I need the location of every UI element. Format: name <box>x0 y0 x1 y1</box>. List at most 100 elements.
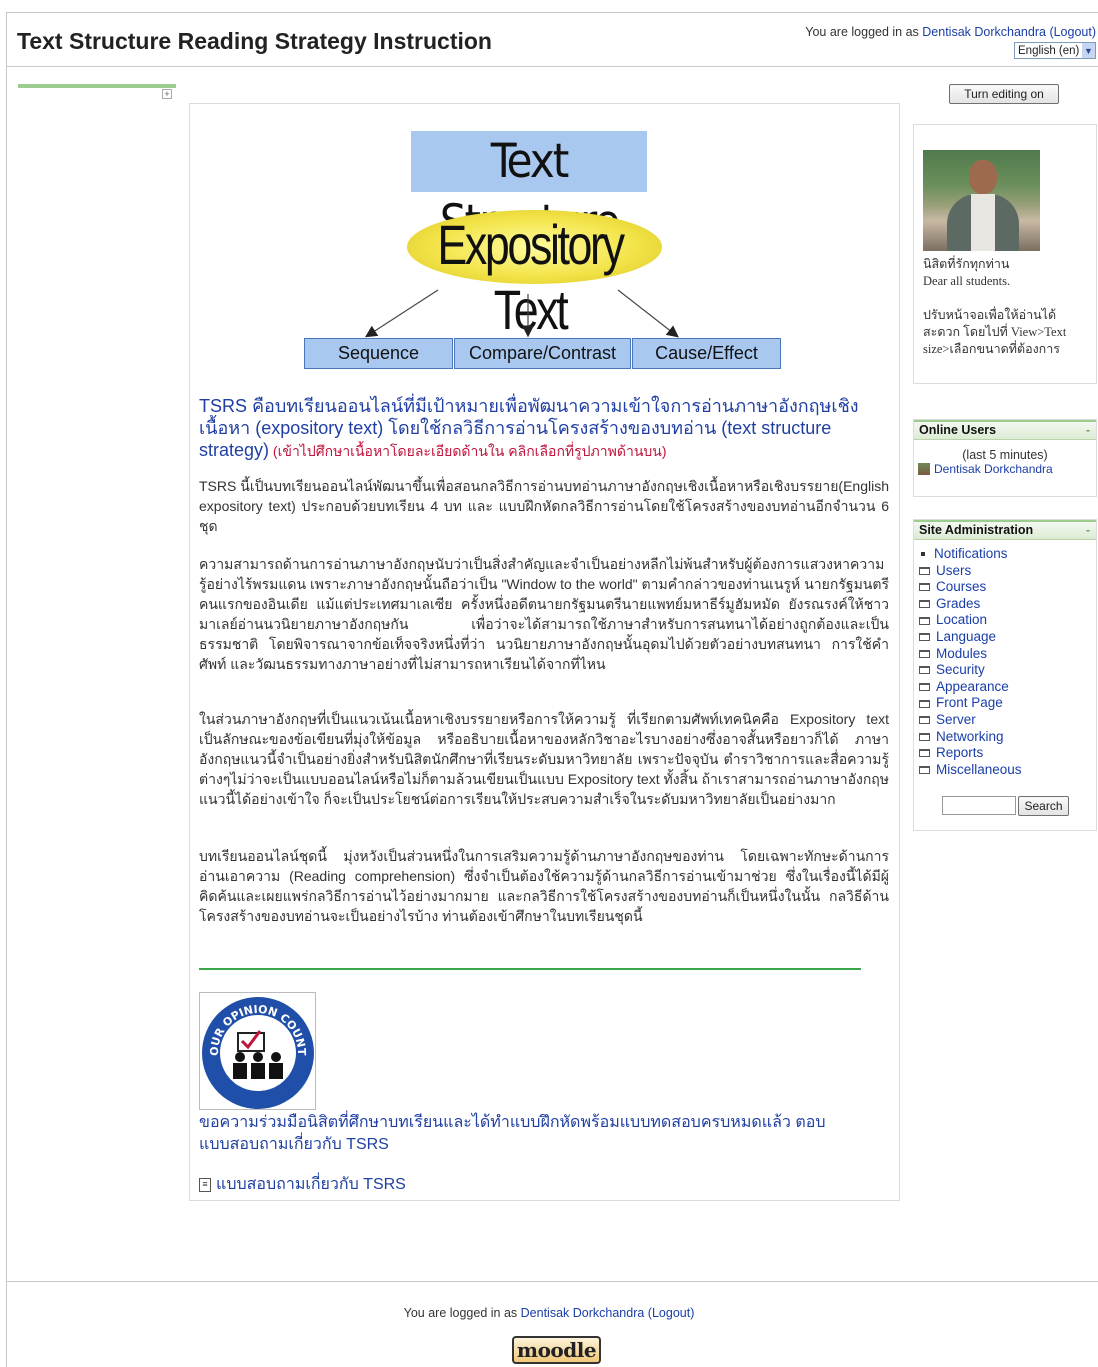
admin-search-input[interactable] <box>942 796 1016 815</box>
paragraph-2: ความสามารถด้านการอ่านภาษาอังกฤษนับว่าเป็… <box>199 556 889 672</box>
footer-login-info: You are logged in as Dentisak Dorkchandr… <box>0 1306 1098 1320</box>
photo-head <box>969 160 997 194</box>
admin-item-label[interactable]: Modules <box>936 646 987 663</box>
profile-text: นิสิตที่รักทุกท่าน Dear all students. ปร… <box>923 256 1093 358</box>
text-structure-banner[interactable]: Text Structure Expository Text Sequence … <box>190 104 899 394</box>
admin-item-security[interactable]: Security <box>919 662 1096 679</box>
admin-item-miscellaneous[interactable]: Miscellaneous <box>919 762 1096 779</box>
admin-item-reports[interactable]: Reports <box>919 745 1096 762</box>
turn-editing-on-button[interactable]: Turn editing on <box>949 84 1059 104</box>
login-prefix: You are logged in as <box>805 25 923 39</box>
admin-item-label[interactable]: Front Page <box>936 695 1003 712</box>
admin-item-label[interactable]: Users <box>936 563 971 580</box>
opinion-badge-image[interactable]: YOUR OPINION COUNTS PARTICIPATE <box>199 992 316 1110</box>
language-value: English (en) <box>1018 44 1080 57</box>
folder-icon <box>919 583 930 592</box>
admin-item-users[interactable]: Users <box>919 563 1096 580</box>
intro-text: TSRS คือบทเรียนออนไลน์ที่มีเป้าหมายเพื่อ… <box>199 395 889 462</box>
logout-link[interactable]: (Logout) <box>1049 25 1096 39</box>
sequence-box: Sequence <box>304 338 453 369</box>
footer-user-link[interactable]: Dentisak Dorkchandra <box>521 1306 645 1320</box>
opinion-badge-icon: YOUR OPINION COUNTS PARTICIPATE <box>200 993 314 1109</box>
folder-icon <box>919 566 930 575</box>
footer-logout-link[interactable]: (Logout) <box>648 1306 695 1320</box>
admin-item-label[interactable]: Server <box>936 712 976 729</box>
admin-item-label[interactable]: Language <box>936 629 996 646</box>
site-admin-list: Notifications Users Courses Grades Locat… <box>914 540 1096 778</box>
paragraph-3: ในส่วนภาษาอังกฤษที่เป็นแนวเน้นเนื้อหาเชิ… <box>199 711 890 807</box>
site-admin-header: Site Administration - <box>914 520 1096 540</box>
profile-photo <box>923 150 1040 251</box>
admin-item-notifications[interactable]: Notifications <box>919 546 1096 563</box>
folder-icon <box>919 716 930 725</box>
header-divider <box>7 66 1098 67</box>
folder-icon <box>919 649 930 658</box>
compare-contrast-box: Compare/Contrast <box>454 338 631 369</box>
arrow-left <box>364 289 439 338</box>
online-users-block: Online Users - (last 5 minutes) Dentisak… <box>913 419 1097 497</box>
user-avatar-icon <box>918 463 930 475</box>
admin-item-appearance[interactable]: Appearance <box>919 679 1096 696</box>
admin-item-label[interactable]: Reports <box>936 745 983 762</box>
moodle-logo[interactable]: moodle <box>512 1336 601 1364</box>
folder-icon <box>919 616 930 625</box>
admin-item-label[interactable]: Location <box>936 612 987 629</box>
admin-search-button[interactable]: Search <box>1018 796 1069 816</box>
online-users-header: Online Users - <box>914 420 1096 440</box>
admin-item-language[interactable]: Language <box>919 629 1096 646</box>
collapse-icon[interactable]: - <box>1086 423 1090 437</box>
admin-item-label[interactable]: Courses <box>936 579 986 596</box>
admin-item-label[interactable]: Networking <box>936 729 1004 746</box>
online-users-body: (last 5 minutes) Dentisak Dorkchandra <box>914 440 1096 496</box>
admin-item-modules[interactable]: Modules <box>919 646 1096 663</box>
folder-icon <box>919 683 930 692</box>
main-content: Text Structure Expository Text Sequence … <box>189 103 900 1201</box>
site-admin-title: Site Administration <box>919 523 1034 537</box>
chevron-down-icon: ▼ <box>1082 43 1095 58</box>
bullet-icon <box>921 552 925 557</box>
profile-block: นิสิตที่รักทุกท่าน Dear all students. ปร… <box>913 124 1097 384</box>
expand-icon[interactable]: + <box>162 89 172 99</box>
admin-item-label[interactable]: Notifications <box>934 546 1008 563</box>
admin-item-networking[interactable]: Networking <box>919 729 1096 746</box>
survey-request-text: ขอความร่วมมือนิสิตที่ศึกษาบทเรียนและได้ท… <box>199 1114 826 1153</box>
online-users-title: Online Users <box>919 423 997 437</box>
admin-item-label[interactable]: Security <box>936 662 985 679</box>
online-users-window: (last 5 minutes) <box>962 448 1048 462</box>
survey-link-row[interactable]: ≡ แบบสอบถามเกี่ยวกับ TSRS <box>199 1172 406 1197</box>
footer-login-prefix: You are logged in as <box>403 1306 521 1320</box>
document-icon: ≡ <box>199 1177 211 1192</box>
admin-item-label[interactable]: Miscellaneous <box>936 762 1022 779</box>
folder-icon <box>919 633 930 642</box>
language-select[interactable]: English (en) ▼ <box>1014 42 1096 59</box>
folder-icon <box>919 666 930 675</box>
folder-icon <box>919 600 930 609</box>
footer-divider <box>7 1281 1098 1282</box>
admin-item-front-page[interactable]: Front Page <box>919 695 1096 712</box>
photo-shirt <box>971 194 995 251</box>
greeting-thai: นิสิตที่รักทุกท่าน <box>923 257 1010 271</box>
admin-item-server[interactable]: Server <box>919 712 1096 729</box>
text-size-note: ปรับหน้าจอเพื่อให้อ่านได้สะดวก โดยไปที่ … <box>923 308 1067 356</box>
site-administration-block: Site Administration - Notifications User… <box>913 519 1097 831</box>
admin-item-label[interactable]: Grades <box>936 596 980 613</box>
paragraph-1: TSRS นี้เป็นบทเรียนออนไลน์พัฒนาขึ้นเพื่อ… <box>199 478 889 534</box>
intro-note: (เข้าไปศึกษาเนื้อหาโดยละเอียดด้านใน คลิก… <box>269 443 667 459</box>
folder-icon <box>919 732 930 741</box>
folder-icon <box>919 699 930 708</box>
cause-effect-box: Cause/Effect <box>632 338 781 369</box>
admin-item-grades[interactable]: Grades <box>919 596 1096 613</box>
online-user-entry[interactable]: Dentisak Dorkchandra <box>918 462 1092 476</box>
folder-icon <box>919 766 930 775</box>
left-block-header <box>18 84 176 88</box>
site-title: Text Structure Reading Strategy Instruct… <box>17 28 492 54</box>
online-user-link[interactable]: Dentisak Dorkchandra <box>934 462 1053 476</box>
admin-item-label[interactable]: Appearance <box>936 679 1009 696</box>
admin-item-courses[interactable]: Courses <box>919 579 1096 596</box>
folder-icon <box>919 749 930 758</box>
user-name-link[interactable]: Dentisak Dorkchandra <box>922 25 1046 39</box>
survey-link[interactable]: แบบสอบถามเกี่ยวกับ TSRS <box>216 1172 406 1197</box>
admin-search-form: Search <box>942 796 1069 816</box>
collapse-icon[interactable]: - <box>1086 523 1090 537</box>
admin-item-location[interactable]: Location <box>919 612 1096 629</box>
